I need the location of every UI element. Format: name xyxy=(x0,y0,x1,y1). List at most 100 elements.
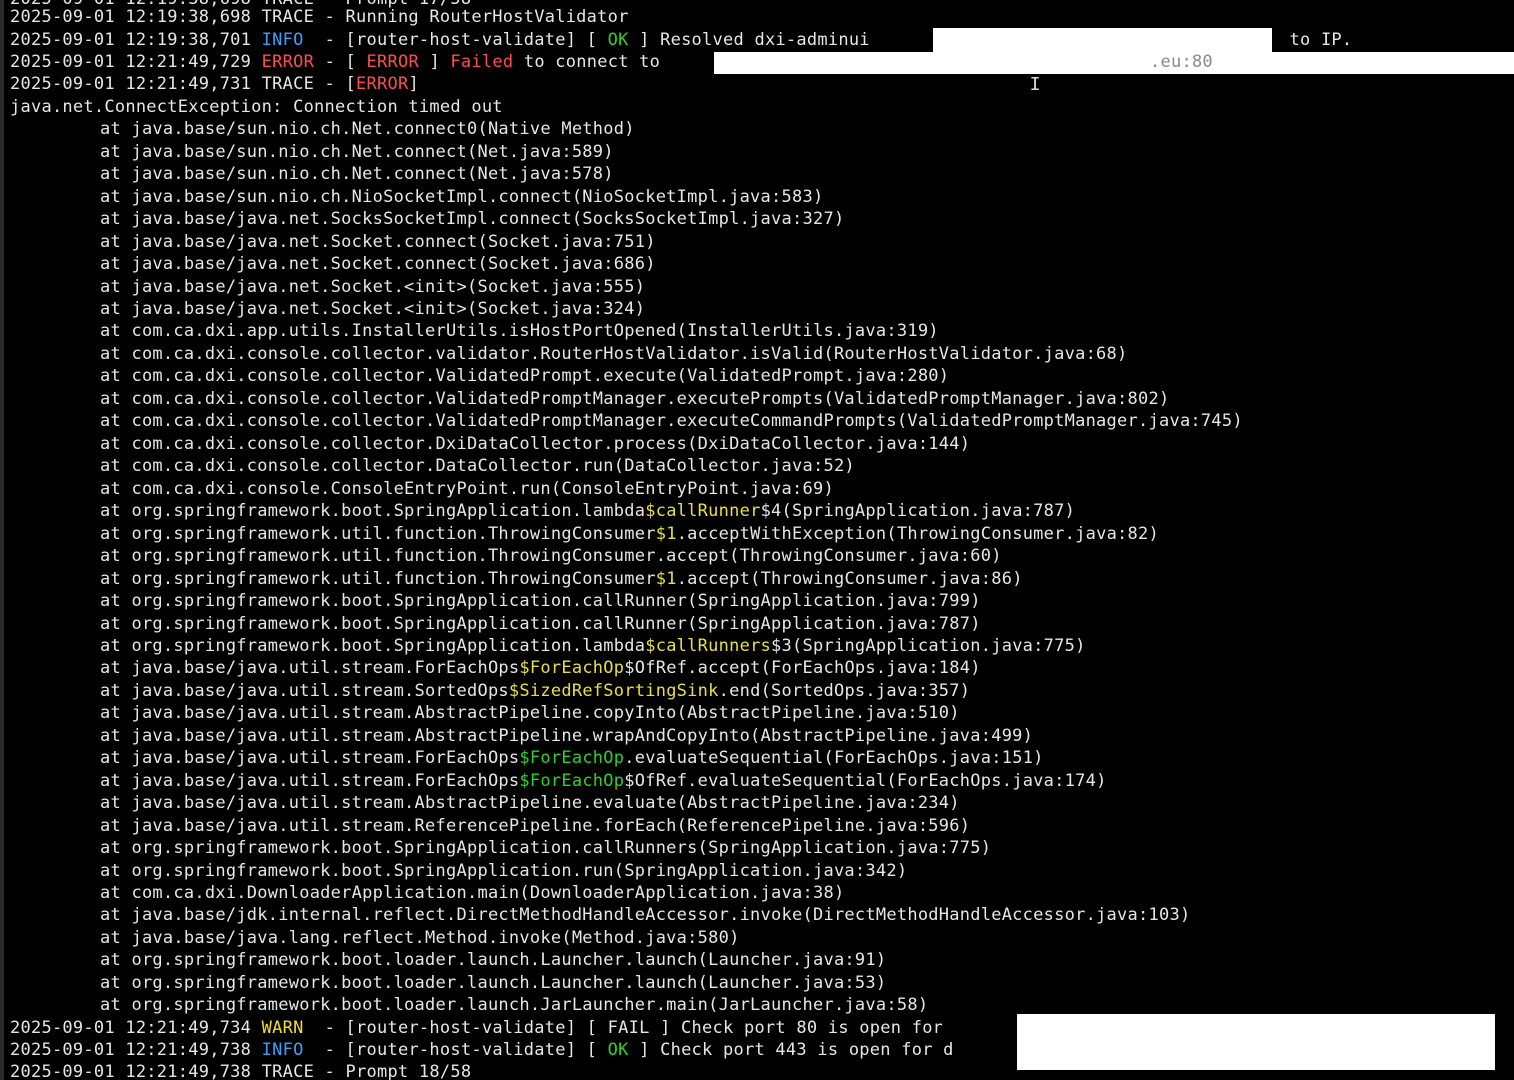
stack-frame-text: at java.base/sun.nio.ch.Net.connect0(Nat… xyxy=(100,119,635,139)
stack-frame-text: at com.ca.dxi.console.collector.Validate… xyxy=(100,366,950,386)
stack-frame-text: $4(SpringApplication.java:787) xyxy=(760,501,1076,521)
log-line-resolved-tail: to IP. xyxy=(1279,29,1352,51)
log-text: ] Check port 443 is open for d xyxy=(628,1040,954,1060)
stack-frame-text: at org.springframework.boot.SpringApplic… xyxy=(100,861,908,881)
stack-frame-text: at com.ca.dxi.console.collector.DxiDataC… xyxy=(100,434,971,454)
stack-frame: at org.springframework.boot.SpringApplic… xyxy=(100,613,981,635)
redacted-host-suffix: .eu:80 xyxy=(1150,51,1213,73)
log-level-error: ERROR xyxy=(261,52,315,72)
stack-frame: at java.base/java.util.stream.ReferenceP… xyxy=(100,815,970,837)
log-text: to connect to xyxy=(513,52,661,72)
stack-frame-highlight: $SizedRefSortingSink xyxy=(508,681,719,701)
stack-frame-highlight: $ForEachOp xyxy=(519,748,625,768)
log-text: - [router-host-validate] [ FAIL ] Check … xyxy=(303,1018,944,1038)
stack-frame-text: at java.base/java.lang.reflect.Method.in… xyxy=(100,928,740,948)
stack-frame: at org.springframework.boot.SpringApplic… xyxy=(100,837,991,859)
log-level-info: INFO xyxy=(261,1040,304,1060)
stack-frame: at java.base/java.util.stream.AbstractPi… xyxy=(100,725,1033,747)
stack-frame-text: at java.base/sun.nio.ch.NioSocketImpl.co… xyxy=(100,187,824,207)
stack-frame: at java.base/java.util.stream.AbstractPi… xyxy=(100,702,960,724)
log-text: ] xyxy=(418,52,451,72)
stack-frame-text: at org.springframework.boot.loader.launc… xyxy=(100,950,887,970)
status-error: ERROR xyxy=(356,74,409,94)
stack-frame-text: at java.base/java.util.stream.AbstractPi… xyxy=(100,703,960,723)
stack-frame: at com.ca.dxi.console.collector.validato… xyxy=(100,343,1128,365)
stack-frame-text: at java.base/java.util.stream.ForEachOps xyxy=(100,771,520,791)
redaction-box xyxy=(714,52,1514,74)
log-level-warn: WARN xyxy=(261,1018,304,1038)
log-text: 2025-09-01 12:21:49,738 TRACE - Prompt 1… xyxy=(10,1062,472,1080)
redaction-box xyxy=(1017,1014,1495,1070)
log-timestamp: 2025-09-01 12:21:49,738 xyxy=(10,1040,262,1060)
stack-frame-text: $OfRef.evaluateSequential(ForEachOps.jav… xyxy=(624,771,1107,791)
stack-frame-text: at java.base/java.util.stream.ReferenceP… xyxy=(100,816,971,836)
stack-frame-text: at java.base/java.util.stream.AbstractPi… xyxy=(100,793,960,813)
stack-frame-text: at org.springframework.boot.SpringApplic… xyxy=(100,614,981,634)
stack-frame-text: at java.base/java.util.stream.ForEachOps xyxy=(100,748,520,768)
stack-frame-text: at java.base/java.util.stream.AbstractPi… xyxy=(100,726,1034,746)
stack-frame-text: at java.base/java.net.SocksSocketImpl.co… xyxy=(100,209,845,229)
stack-frame: at com.ca.dxi.console.collector.Validate… xyxy=(100,365,949,387)
stack-frame-text: $3(SpringApplication.java:775) xyxy=(771,636,1086,656)
stack-frame-text: at org.springframework.boot.loader.launc… xyxy=(100,973,887,993)
log-line-prompt-18: 2025-09-01 12:21:49,738 TRACE - Prompt 1… xyxy=(10,1061,471,1080)
stack-frame: at org.springframework.util.function.Thr… xyxy=(100,545,1002,567)
log-line-failed-connect: 2025-09-01 12:21:49,729 ERROR - [ ERROR … xyxy=(10,51,660,73)
log-line-running-validator: 2025-09-01 12:19:38,698 TRACE - Running … xyxy=(10,6,629,28)
stack-frame-text: at java.base/java.util.stream.ForEachOps xyxy=(100,658,520,678)
stack-frame-text: at java.base/sun.nio.ch.Net.connect(Net.… xyxy=(100,142,614,162)
failed-word: Failed xyxy=(450,52,514,72)
stack-frame: at org.springframework.boot.SpringApplic… xyxy=(100,635,1086,657)
log-timestamp: 2025-09-01 12:21:49,734 xyxy=(10,1018,262,1038)
stack-frame-highlight: $callRunners xyxy=(645,636,772,656)
log-line-warn-port-80: 2025-09-01 12:21:49,734 WARN - [router-h… xyxy=(10,1017,943,1039)
stack-frame-text: at java.base/java.net.Socket.<init>(Sock… xyxy=(100,277,646,297)
log-line-exception: java.net.ConnectException: Connection ti… xyxy=(10,96,503,118)
stack-frame-highlight: $1 xyxy=(655,524,677,544)
stack-frame: at java.base/java.util.stream.SortedOps$… xyxy=(100,680,970,702)
stack-frame: at java.base/java.net.Socket.<init>(Sock… xyxy=(100,276,645,298)
stack-frame-text: at org.springframework.util.function.Thr… xyxy=(100,569,656,589)
stack-frame-text: $OfRef.accept(ForEachOps.java:184) xyxy=(624,658,981,678)
stack-frame: at com.ca.dxi.console.ConsoleEntryPoint.… xyxy=(100,478,834,500)
log-text: .eu:80 xyxy=(1150,52,1213,72)
terminal-window[interactable]: 2025-09-01 12:19:38,698 TRACE - Prompt 1… xyxy=(0,0,1514,1080)
log-line-info-port-443: 2025-09-01 12:21:49,738 INFO - [router-h… xyxy=(10,1039,954,1061)
log-text: - [ xyxy=(314,52,367,72)
stack-frame-highlight: $callRunner xyxy=(645,501,761,521)
stack-frame: at java.base/java.net.SocksSocketImpl.co… xyxy=(100,208,844,230)
stack-frame: at java.base/java.net.Socket.connect(Soc… xyxy=(100,253,656,275)
stack-frame: at com.ca.dxi.console.collector.DxiDataC… xyxy=(100,433,970,455)
stack-frame: at java.base/java.lang.reflect.Method.in… xyxy=(100,927,740,949)
stack-frame: at org.springframework.util.function.Thr… xyxy=(100,523,1159,545)
log-text: - [router-host-validate] [ xyxy=(303,1040,608,1060)
stack-frame: at java.base/jdk.internal.reflect.Direct… xyxy=(100,904,1190,926)
log-text: 2025-09-01 12:19:38,698 TRACE - Running … xyxy=(10,7,629,27)
stack-frame: at org.springframework.util.function.Thr… xyxy=(100,568,1023,590)
stack-frame: at java.base/java.util.stream.ForEachOps… xyxy=(100,747,1044,769)
stack-frame-text: at com.ca.dxi.console.collector.validato… xyxy=(100,344,1128,364)
status-ok: OK xyxy=(607,30,629,50)
status-error: ERROR xyxy=(366,52,419,72)
log-line-resolved: 2025-09-01 12:19:38,701 INFO - [router-h… xyxy=(10,29,870,51)
stack-frame-text: .end(SortedOps.java:357) xyxy=(718,681,971,701)
text-cursor-icon: I xyxy=(1029,74,1041,95)
log-text: ] Resolved dxi-adminui xyxy=(628,30,870,50)
stack-frame-text: at com.ca.dxi.app.utils.InstallerUtils.i… xyxy=(100,321,939,341)
log-level-info: INFO xyxy=(261,30,304,50)
stack-frame: at java.base/java.util.stream.ForEachOps… xyxy=(100,770,1107,792)
stack-frame: at org.springframework.boot.loader.launc… xyxy=(100,972,886,994)
stack-frame-text: at org.springframework.boot.SpringApplic… xyxy=(100,636,646,656)
stack-frame-text: at com.ca.dxi.DownloaderApplication.main… xyxy=(100,883,845,903)
log-timestamp: 2025-09-01 12:21:49,729 xyxy=(10,52,262,72)
stack-frame-highlight: $ForEachOp xyxy=(519,658,625,678)
stack-frame: at java.base/sun.nio.ch.NioSocketImpl.co… xyxy=(100,186,823,208)
stack-frame: at com.ca.dxi.app.utils.InstallerUtils.i… xyxy=(100,320,939,342)
stack-frame-text: at org.springframework.boot.loader.launc… xyxy=(100,995,929,1015)
status-ok: OK xyxy=(607,1040,629,1060)
stack-frame: at org.springframework.boot.SpringApplic… xyxy=(100,860,907,882)
log-text: - [router-host-validate] [ xyxy=(303,30,608,50)
stack-frame: at com.ca.dxi.DownloaderApplication.main… xyxy=(100,882,844,904)
stack-frame-text: at java.base/java.util.stream.SortedOps xyxy=(100,681,509,701)
stack-frame-text: at com.ca.dxi.console.collector.Validate… xyxy=(100,389,1170,409)
